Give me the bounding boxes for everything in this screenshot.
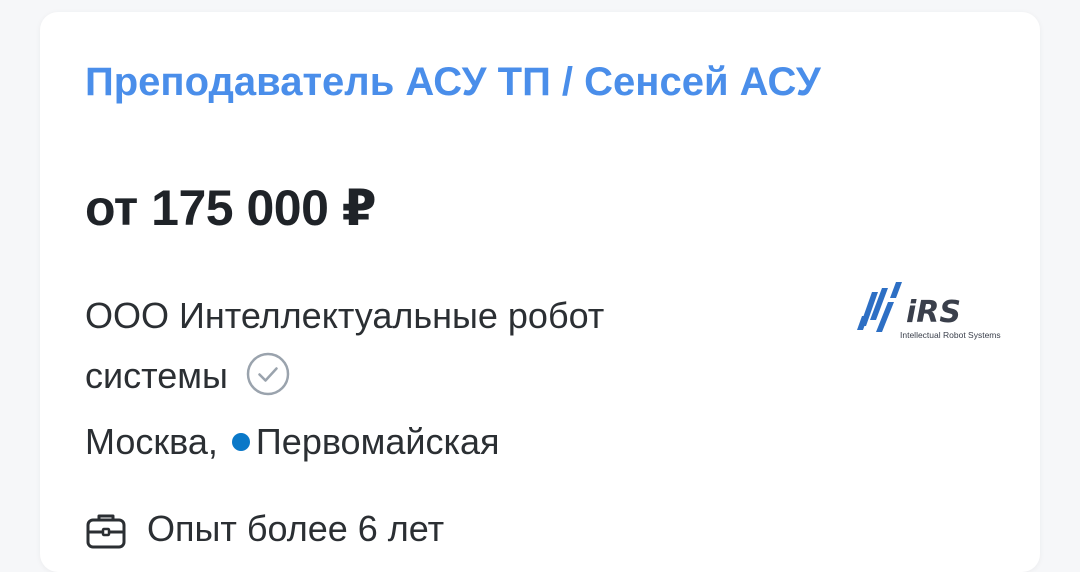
briefcase-icon xyxy=(85,509,127,549)
vacancy-title[interactable]: Преподаватель АСУ ТП / Сенсей АСУ xyxy=(85,56,845,108)
metro-station: Первомайская xyxy=(255,421,500,462)
experience-text: Опыт более 6 лет xyxy=(147,508,445,549)
experience-line: Опыт более 6 лет xyxy=(85,499,444,559)
vacancy-salary: от 175 000 ₽ xyxy=(85,180,377,236)
check-circle-icon xyxy=(246,352,290,396)
logo-wordmark: iRS xyxy=(906,295,961,330)
location-line: Москва, Первомайская xyxy=(85,412,500,472)
logo-subtitle: Intellectual Robot Systems xyxy=(900,330,1001,340)
logo-mark xyxy=(857,282,902,332)
company-block: ООО Интеллектуальные робот системы xyxy=(85,286,705,406)
company-name[interactable]: ООО Интеллектуальные робот системы xyxy=(85,295,604,396)
metro-dot-icon xyxy=(231,433,250,451)
city: Москва, xyxy=(85,421,218,462)
vacancy-card[interactable]: Преподаватель АСУ ТП / Сенсей АСУ от 175… xyxy=(40,12,1040,572)
company-logo[interactable]: iRS Intellectual Robot Systems xyxy=(852,274,1002,348)
